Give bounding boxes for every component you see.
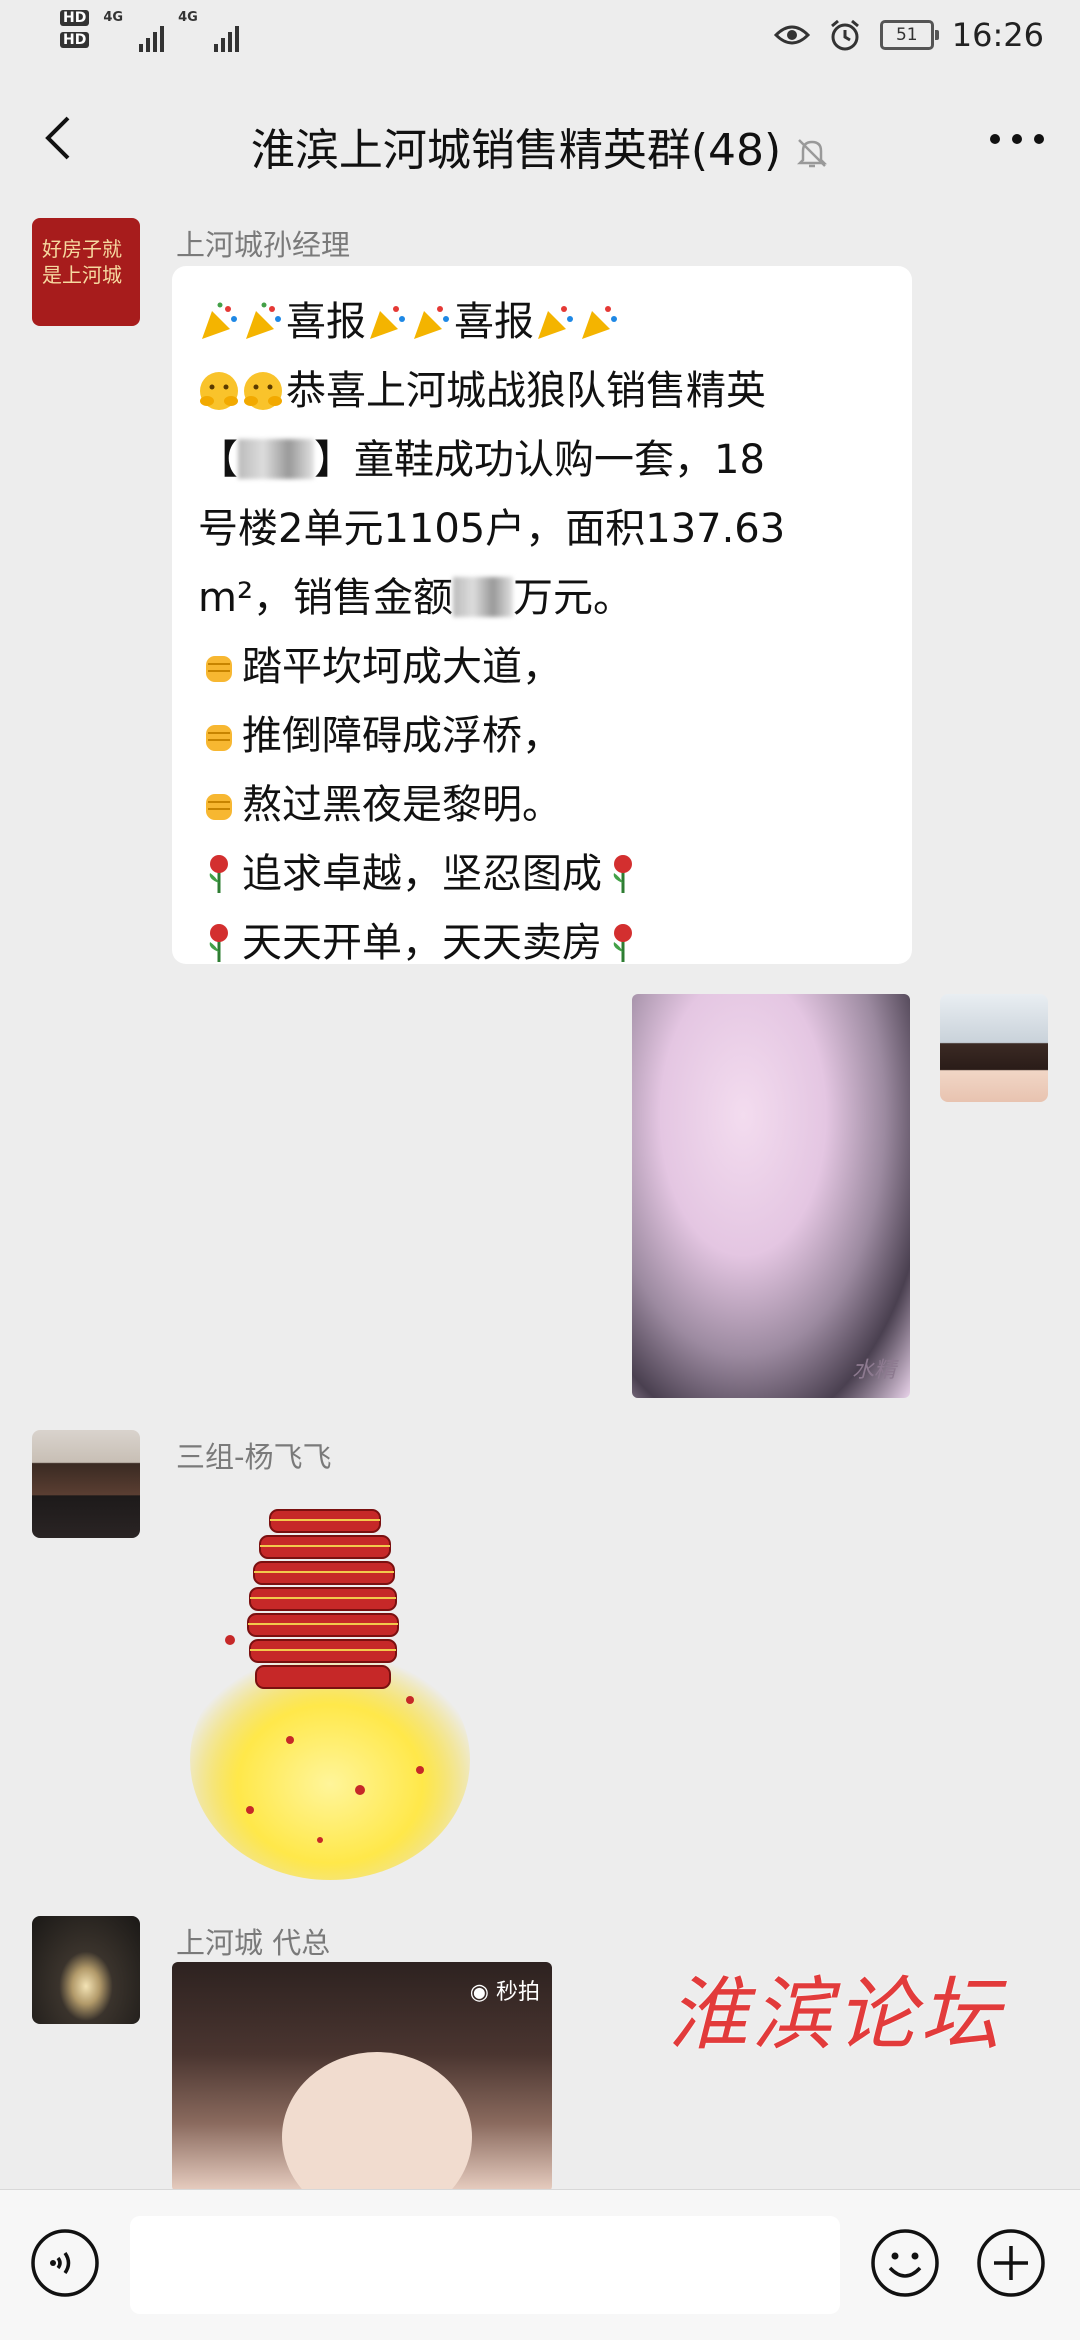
redacted-block [238, 439, 314, 479]
add-icon[interactable] [976, 2228, 1046, 2298]
avatar[interactable] [32, 1430, 140, 1538]
more-icon[interactable] [990, 134, 1044, 144]
fist-icon [206, 725, 232, 751]
network-type-1: 4G [103, 10, 124, 25]
rose-icon [613, 855, 632, 893]
party-popper-icon [414, 306, 449, 339]
status-bar: HD HD 4G 4G 51 16:26 [0, 0, 1080, 72]
chat-header: 淮滨上河城销售精英群(48) [0, 72, 1080, 208]
message-line: 追求卓越，坚忍图成 [198, 840, 886, 909]
fist-icon [206, 656, 232, 682]
message-line: 熬过黑夜是黎明。 [198, 771, 886, 840]
message-text: 熬过黑夜是黎明。 [242, 782, 562, 828]
party-popper-icon [370, 306, 405, 339]
rose-icon [209, 855, 228, 893]
message-text: 踏平坎坷成大道， [242, 644, 562, 690]
hd-indicator: HD HD [60, 10, 90, 54]
message-line: m²，销售金额 万元。 [198, 564, 886, 633]
chat-title-wrap: 淮滨上河城销售精英群(48) [0, 114, 1080, 178]
party-popper-icon [538, 306, 573, 339]
message-text: 】童鞋成功认购一套，18 [314, 437, 765, 483]
message-text: m²，销售金额 [198, 575, 453, 621]
sender-name: 三组-杨飞飞 [176, 1440, 332, 1474]
chat-title: 淮滨上河城销售精英群(48) [250, 125, 782, 176]
input-bar [0, 2189, 1080, 2340]
signal-2-icon [213, 16, 239, 52]
video-badge-wrap: ◉ 秒拍 [470, 1974, 540, 2006]
mute-bell-icon [797, 139, 828, 168]
battery-indicator: 51 [879, 20, 939, 50]
network-type-2: 4G [178, 10, 198, 25]
image-message[interactable]: 水精 [632, 994, 910, 1398]
message-text: 追求卓越，坚忍图成 [242, 851, 602, 897]
avatar[interactable] [940, 994, 1048, 1102]
status-time: 16:26 [951, 16, 1044, 54]
firecracker-sticker[interactable] [190, 1490, 470, 1882]
message-line: 踏平坎坷成大道， [198, 633, 886, 702]
message-input[interactable] [130, 2216, 840, 2314]
fist-icon [206, 794, 232, 820]
message-line: 喜报 喜报 [198, 288, 886, 357]
camera-icon: ◉ [469, 1980, 489, 2005]
message-text: 恭喜上河城战狼队销售精英 [286, 368, 766, 414]
avatar-text: 好房子就是上河城 [42, 237, 122, 287]
message-text: 推倒障碍成浮桥， [242, 713, 562, 759]
message-text: 喜报 [454, 299, 534, 345]
avatar[interactable]: 好房子就是上河城 [32, 218, 140, 326]
party-popper-icon [202, 302, 237, 339]
watermark: 淮滨论坛 [668, 1968, 1004, 2061]
rose-icon [613, 924, 632, 962]
message-text: 喜报 [286, 299, 366, 345]
rose-icon [209, 924, 228, 962]
hug-face-icon [244, 372, 282, 410]
party-popper-icon [582, 306, 617, 339]
eye-icon [773, 25, 810, 45]
firecracker-icon [190, 1509, 470, 1880]
message-line: 号楼2单元1105户，面积137.63 [198, 506, 786, 552]
avatar[interactable] [32, 1916, 140, 2024]
message-bubble[interactable]: 喜报 喜报 恭喜上河城战狼队销售精英 【 】童鞋成功认购一套，18 号楼2单元110… [172, 266, 912, 966]
redacted-block [453, 577, 513, 617]
video-badge: 秒拍 [495, 1980, 540, 2005]
image-caption: 水精 [851, 1358, 896, 1383]
emoji-icon[interactable] [870, 2228, 940, 2298]
sender-name: 上河城孙经理 [176, 228, 351, 262]
message-text: 天天开单，天天卖房 [242, 920, 602, 966]
voice-icon[interactable] [30, 2228, 100, 2298]
party-popper-icon [246, 302, 281, 339]
hug-face-icon [200, 372, 238, 410]
alarm-icon [830, 19, 859, 51]
message-line: 天天开单，天天卖房 [198, 909, 886, 978]
signal-1-icon [139, 16, 165, 52]
message-line: 恭喜上河城战狼队销售精英 [198, 357, 886, 426]
video-face [282, 2052, 472, 2192]
message-text: 万元。 [513, 575, 633, 621]
video-message[interactable]: ◉ 秒拍 [172, 1962, 552, 2192]
sender-name: 上河城 代总 [176, 1926, 331, 1960]
message-line: 推倒障碍成浮桥， [198, 702, 886, 771]
message-line: 【 】童鞋成功认购一套，18 [198, 426, 886, 495]
message-text: 【 [198, 437, 238, 483]
